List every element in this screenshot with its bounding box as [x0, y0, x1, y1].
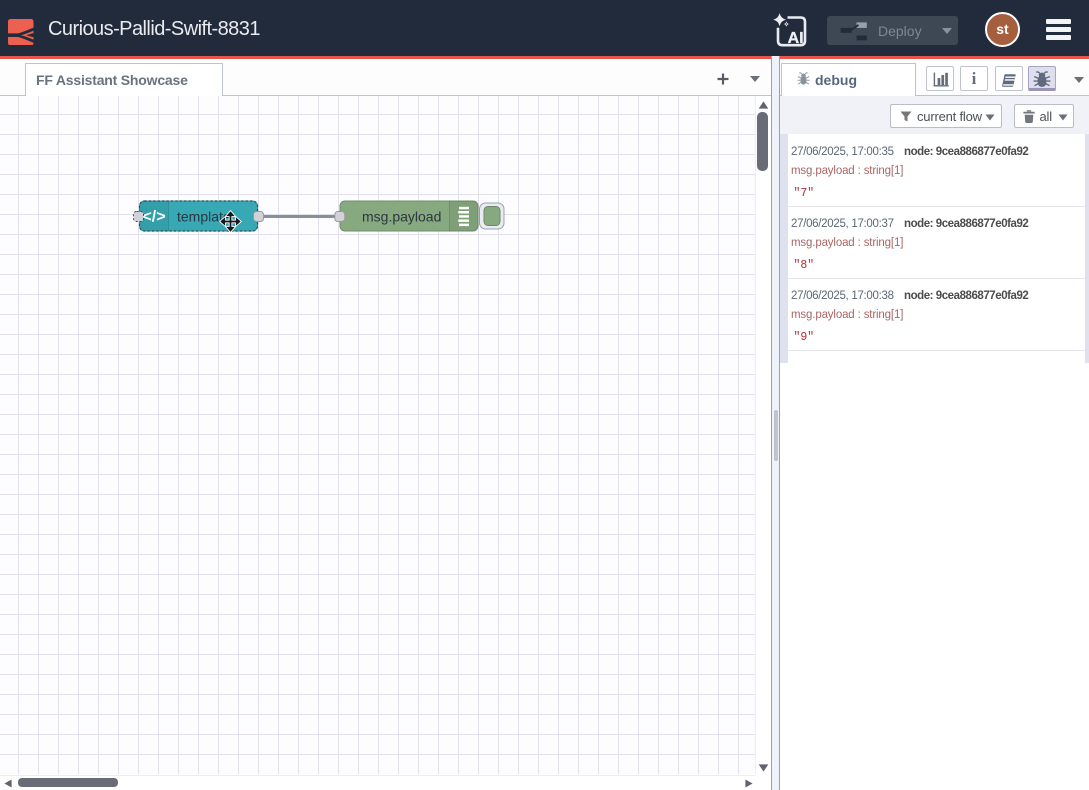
svg-text:AI: AI	[788, 30, 804, 47]
svg-text:msg.payload: msg.payload	[362, 209, 441, 225]
svg-text:</>: </>	[142, 209, 165, 226]
